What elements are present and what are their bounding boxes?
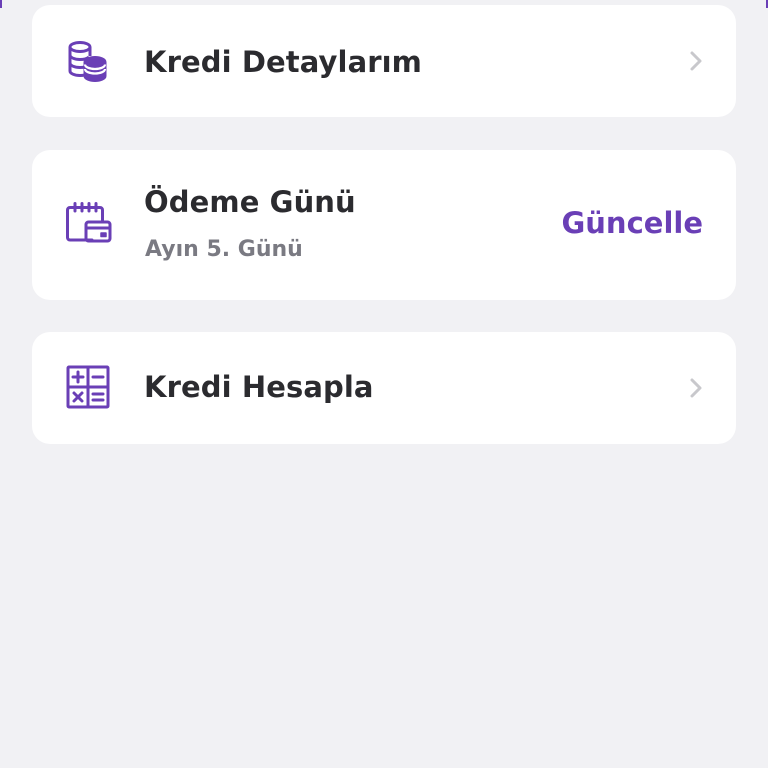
calculator-icon xyxy=(64,363,112,411)
payment-day-card: Ödeme Günü Ayın 5. Günü Güncelle xyxy=(32,150,736,300)
loan-details-title: Kredi Detaylarım xyxy=(144,45,422,79)
payment-day-title: Ödeme Günü xyxy=(144,185,356,219)
update-payment-day-button[interactable]: Güncelle xyxy=(561,206,703,240)
payment-day-value: Ayın 5. Günü xyxy=(145,237,303,262)
chevron-right-icon xyxy=(684,50,706,72)
coins-stack-icon xyxy=(64,38,112,86)
chevron-right-icon xyxy=(684,377,706,399)
loan-calculator-title: Kredi Hesapla xyxy=(144,370,374,404)
loan-details-card[interactable]: Kredi Detaylarım xyxy=(32,5,736,117)
loan-calculator-card[interactable]: Kredi Hesapla xyxy=(32,332,736,444)
calendar-payment-icon xyxy=(64,200,112,248)
